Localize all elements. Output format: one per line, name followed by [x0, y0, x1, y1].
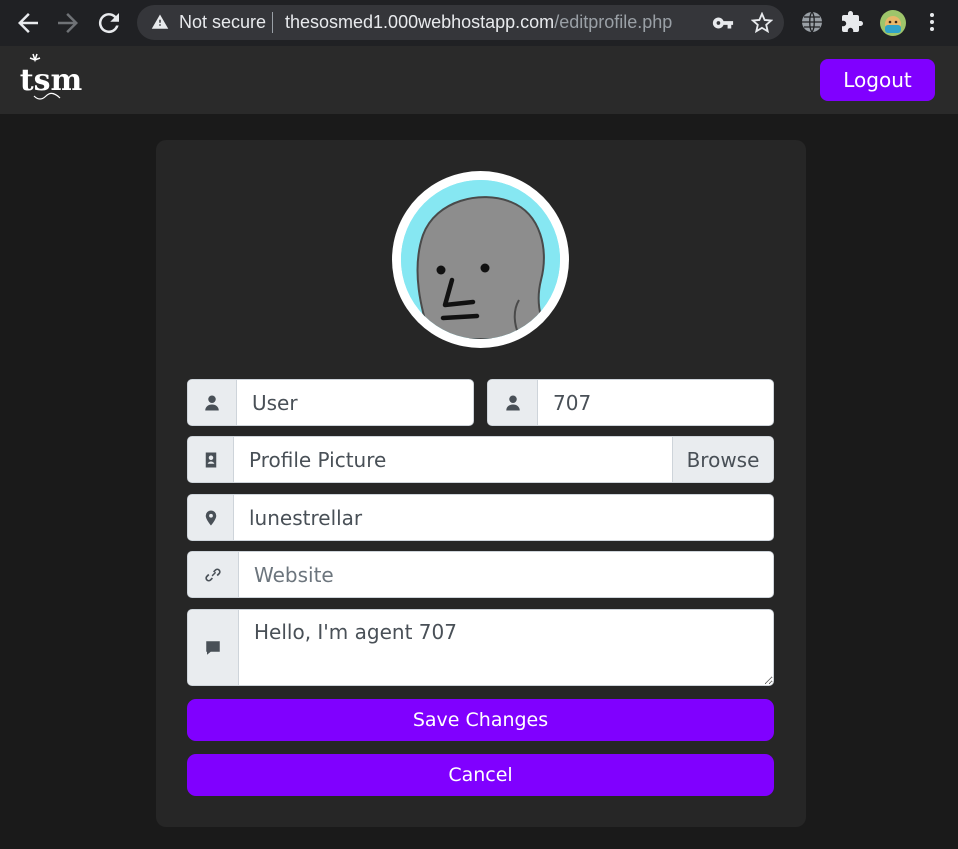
forward-arrow-icon[interactable] — [53, 8, 83, 38]
comment-icon — [188, 610, 239, 685]
cancel-button[interactable]: Cancel — [187, 754, 774, 796]
url-host: thesosmed1.000webhostapp.com — [285, 12, 555, 32]
map-pin-icon — [188, 495, 234, 540]
url-text[interactable]: thesosmed1.000webhostapp.com/editprofile… — [285, 12, 672, 33]
user-icon — [488, 380, 538, 425]
svg-text:tsm: tsm — [20, 63, 82, 98]
website-input[interactable]: Website — [239, 552, 773, 597]
user-icon — [188, 380, 237, 425]
profile-picture-group[interactable]: Profile Picture Browse — [187, 436, 774, 483]
id-card-icon — [188, 437, 234, 482]
last-name-input[interactable]: 707 — [538, 380, 773, 425]
location-input[interactable]: lunestrellar — [234, 495, 773, 540]
url-path: /editprofile.php — [554, 12, 673, 32]
first-name-input[interactable]: User — [237, 380, 473, 425]
location-row: lunestrellar — [187, 494, 774, 541]
link-icon — [188, 552, 239, 597]
browser-toolbar: Not secure thesosmed1.000webhostapp.com/… — [0, 0, 958, 46]
profile-avatar-icon[interactable] — [879, 9, 907, 37]
back-arrow-icon[interactable] — [13, 8, 43, 38]
save-changes-button[interactable]: Save Changes — [187, 699, 774, 741]
site-header: tsm Logout — [0, 46, 958, 114]
edit-profile-card: User 707 Profile Picture Browse lunestre… — [156, 140, 806, 827]
npc-face-image — [401, 180, 560, 339]
warning-icon — [151, 14, 169, 29]
first-name-group: User — [187, 379, 474, 426]
bio-row: Hello, I'm agent 707 — [187, 609, 774, 686]
address-bar[interactable]: Not secure thesosmed1.000webhostapp.com/… — [137, 5, 784, 40]
profile-picture-input[interactable]: Profile Picture — [234, 437, 672, 482]
star-icon[interactable] — [751, 12, 773, 34]
bio-textarea[interactable]: Hello, I'm agent 707 — [239, 610, 773, 685]
location-group: lunestrellar — [187, 494, 774, 541]
browse-button[interactable]: Browse — [672, 437, 773, 482]
reload-icon[interactable] — [94, 8, 124, 38]
divider — [272, 12, 273, 33]
website-group: Website — [187, 551, 774, 598]
profile-avatar — [392, 171, 569, 348]
website-row: Website — [187, 551, 774, 598]
key-icon[interactable] — [712, 12, 734, 34]
bio-group: Hello, I'm agent 707 — [187, 609, 774, 686]
globe-icon[interactable] — [800, 10, 824, 34]
kebab-menu-icon[interactable] — [920, 10, 944, 34]
name-row: User 707 — [187, 379, 774, 426]
security-status[interactable]: Not secure — [179, 12, 266, 33]
picture-row: Profile Picture Browse — [187, 436, 774, 483]
site-logo[interactable]: tsm — [20, 50, 82, 108]
last-name-group: 707 — [487, 379, 774, 426]
extensions-icon[interactable] — [840, 10, 864, 34]
logout-button[interactable]: Logout — [820, 59, 935, 101]
